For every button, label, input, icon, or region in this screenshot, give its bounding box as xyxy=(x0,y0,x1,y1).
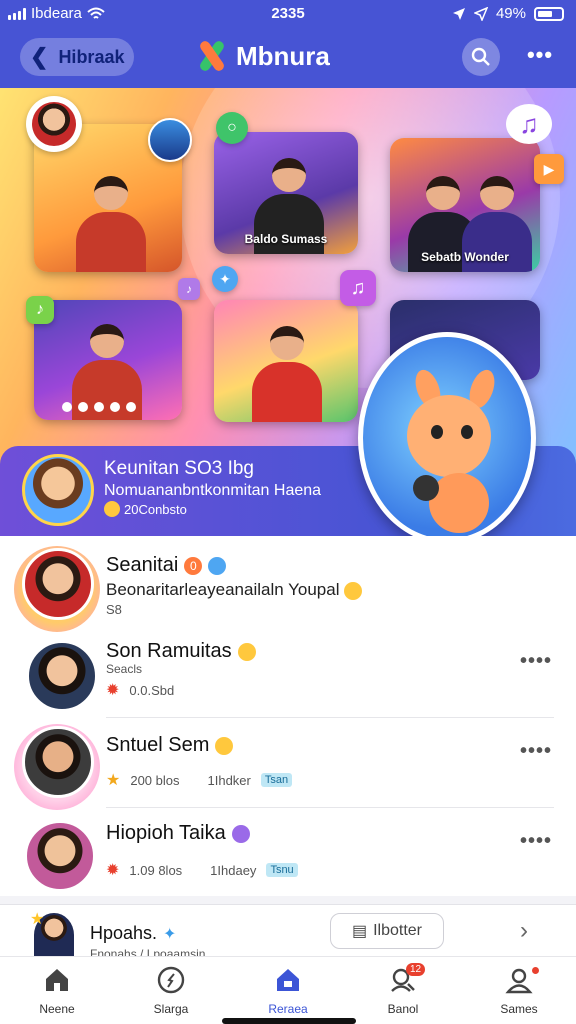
microphone-icon xyxy=(413,475,439,501)
status-bar: Ibdeara 2335 49% xyxy=(0,0,576,28)
tile-caption: Sebatb Wonder xyxy=(421,250,509,264)
avatar xyxy=(26,640,98,712)
list-item[interactable]: Hiopioh Taika ✹ 1.09 8los 1Ihdaey Tsnu •… xyxy=(0,808,576,898)
mascot-character[interactable] xyxy=(358,332,536,544)
verified-icon: ✦ xyxy=(163,925,177,943)
back-button[interactable]: ❮ Hibraak xyxy=(20,38,134,76)
notification-dot xyxy=(532,967,539,974)
sticker-icon: ♪ xyxy=(178,278,200,300)
home-indicator xyxy=(222,1018,356,1024)
home-outline-icon xyxy=(46,969,68,991)
banner-title: Keunitan SO3 Ibg xyxy=(104,458,254,479)
tab-explore[interactable]: Slarga xyxy=(126,965,216,1016)
video-tile-2[interactable]: Baldo Sumass xyxy=(214,132,358,254)
badge-icon xyxy=(231,824,250,843)
user-list: Seanitai 0 Beonaritarleayeanailaln Youpa… xyxy=(0,536,576,896)
performer-figure xyxy=(76,176,146,272)
profile-icon xyxy=(505,968,533,994)
list-item-subtitle: Beonaritarleayeanailaln Youpal xyxy=(106,580,363,600)
tile-caption: Baldo Sumass xyxy=(244,232,328,246)
video-tile-3[interactable]: Sebatb Wonder xyxy=(390,138,540,272)
edit-icon: ▤ xyxy=(351,923,368,940)
tab-profile[interactable]: Sames xyxy=(474,965,564,1016)
list-item[interactable]: Sntuel Sem ★ 200 blos 1Ihdker Tsan •••• xyxy=(0,718,576,810)
back-label: Hibraak xyxy=(58,46,125,67)
home-filled-icon xyxy=(277,969,299,991)
follow-button[interactable]: ▤ Ilbotter xyxy=(330,913,444,949)
search-icon xyxy=(471,47,490,66)
list-item-name: Sntuel Sem xyxy=(106,734,234,757)
like-icon: ✦ xyxy=(212,266,238,292)
music-note-icon: ♫ xyxy=(340,270,376,306)
logo-mark-icon xyxy=(196,39,228,73)
burst-icon: ✹ xyxy=(106,862,120,879)
performer-figure xyxy=(252,326,322,422)
burst-icon: ✹ xyxy=(106,682,120,699)
video-tile-5[interactable] xyxy=(214,300,358,422)
battery-percent: 49% xyxy=(495,5,526,22)
avatar xyxy=(22,548,94,620)
list-item-name: Son Ramuitas xyxy=(106,640,256,663)
chevron-right-icon[interactable]: › xyxy=(520,917,528,945)
status-badge: Tsnu xyxy=(266,863,298,877)
banner-meta-text: 20Conbsto xyxy=(124,501,187,517)
music-note-icon: ♪ xyxy=(26,296,54,324)
star-icon: ★ xyxy=(30,911,45,928)
play-sticker-icon: ▶ xyxy=(534,154,564,184)
banner-subtitle: Nomuananbntkonmitan Haena xyxy=(104,482,322,499)
tab-home[interactable]: Neene xyxy=(12,965,102,1016)
mini-title: Hpoahs. ✦ xyxy=(90,923,177,943)
more-options-button[interactable]: •••• xyxy=(520,650,552,673)
video-tile-4[interactable] xyxy=(34,300,182,420)
avatar-bubble[interactable] xyxy=(26,96,82,152)
verified-icon xyxy=(208,556,227,575)
list-item-meta: S8 xyxy=(106,602,122,617)
mini-player[interactable]: ★ Hpoahs. ✦ Fnonahs / Lpoaamsin ▤ Ilbott… xyxy=(0,904,576,957)
banner-avatar xyxy=(22,454,94,526)
list-item-name: Hiopioh Taika xyxy=(106,822,250,845)
list-item-meta-top: Seacls xyxy=(106,662,143,676)
emoji-icon xyxy=(215,736,234,755)
more-options-button[interactable]: ••• xyxy=(522,38,558,76)
app-logo: Mbnura xyxy=(196,39,330,73)
chevron-left-icon: ❮ xyxy=(30,44,49,69)
more-options-button[interactable]: •••• xyxy=(520,830,552,853)
list-item-meta: ★ 200 blos 1Ihdker Tsan xyxy=(106,770,293,790)
chat-icon: ○ xyxy=(216,112,248,144)
list-item[interactable]: Son Ramuitas Seacls ✹ 0.0.Sbd •••• xyxy=(0,628,576,718)
battery-icon xyxy=(534,6,564,21)
emoji-icon xyxy=(104,501,120,517)
banner-meta: 20Conbsto xyxy=(104,501,187,517)
status-right: 49% xyxy=(452,5,564,22)
list-item-name: Seanitai 0 xyxy=(106,554,227,577)
app-title: Mbnura xyxy=(236,40,330,71)
star-icon: ★ xyxy=(106,772,121,789)
emoji-icon xyxy=(237,642,256,661)
status-badge: Tsan xyxy=(260,773,293,787)
app-header: ❮ Hibraak Mbnura ••• xyxy=(0,28,576,88)
list-item-meta: ✹ 1.09 8los 1Ihdaey Tsnu xyxy=(106,860,298,880)
avatar-bubble-small[interactable] xyxy=(148,118,192,162)
badge-icon: 0 xyxy=(184,556,203,575)
location-arrow-icon xyxy=(473,6,488,21)
tab-live[interactable]: Reraea xyxy=(243,965,333,1016)
music-note-icon: ♫ xyxy=(506,104,552,144)
emoji-icon xyxy=(344,581,363,600)
avatar xyxy=(24,820,96,892)
tab-messages[interactable]: 12 Banol xyxy=(358,963,448,1016)
notification-badge: 12 xyxy=(406,963,426,976)
avatar xyxy=(22,726,94,798)
playback-dots xyxy=(62,402,136,412)
more-options-button[interactable]: •••• xyxy=(520,740,552,763)
list-item-meta: ✹ 0.0.Sbd xyxy=(106,682,175,699)
compass-icon xyxy=(157,966,185,994)
tab-bar: Neene Slarga Reraea 12 Banol Sames xyxy=(0,956,576,1024)
location-icon xyxy=(452,7,465,20)
list-item[interactable]: Seanitai 0 Beonaritarleayeanailaln Youpa… xyxy=(0,540,576,632)
search-button[interactable] xyxy=(462,38,500,76)
